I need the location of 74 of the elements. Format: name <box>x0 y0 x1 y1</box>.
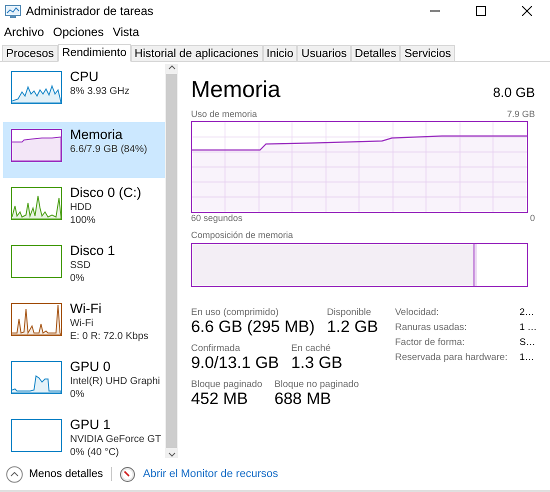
stat-label: En caché <box>291 343 332 354</box>
property-label: Reservada para hardware: <box>395 352 508 363</box>
device-stat: 0% (40 °C) <box>70 446 120 458</box>
gauge-icon <box>120 466 135 482</box>
device-name: Memoria <box>70 126 124 143</box>
device-stat: Wi-Fi <box>70 317 94 330</box>
device-name: Wi-Fi <box>70 300 102 317</box>
property-value: 2… <box>519 307 536 318</box>
device-stat: E: 0 R: 72.0 Kbps <box>70 330 148 343</box>
property-value: S… <box>519 337 536 348</box>
scroll-up-icon[interactable] <box>168 64 176 72</box>
menu-item[interactable]: Vista <box>112 24 140 38</box>
property-value: 1 … <box>519 322 537 333</box>
chart-label: Composición de memoria <box>191 230 294 240</box>
device-stat: NVIDIA GeForce GT <box>70 433 162 446</box>
property-value: 1… <box>519 352 536 363</box>
device-stat: Intel(R) UHD Graphi <box>70 375 160 388</box>
device-stat: 6.6/7.9 GB (84%) <box>70 143 148 156</box>
sidebar-item[interactable]: CPU 8% 3.93 GHz <box>3 64 165 120</box>
device-name: CPU <box>70 68 100 85</box>
device-stat: 100% <box>70 214 97 227</box>
stat-value: 9.0/13.1 GB <box>191 354 280 373</box>
device-stat: 0% <box>70 272 86 285</box>
device-stat: HDD <box>70 201 93 214</box>
sidebar-item[interactable]: GPU 0 Intel(R) UHD Graphi 0% <box>3 354 165 410</box>
stat-value: 1.3 GB <box>291 354 342 373</box>
menu-item[interactable]: Opciones <box>53 24 104 38</box>
scrollbar[interactable] <box>165 64 178 458</box>
property-label: Factor de forma: <box>395 337 466 348</box>
close-icon <box>522 6 532 16</box>
resource-monitor-link[interactable]: Abrir el Monitor de recursos <box>143 468 278 480</box>
stat-value: 688 MB <box>274 390 332 409</box>
tab[interactable]: Servicios <box>400 45 455 61</box>
tab[interactable]: Procesos <box>2 45 58 61</box>
app-icon <box>5 4 21 18</box>
menu-item[interactable]: Archivo <box>4 24 44 38</box>
window-title: Administrador de tareas <box>26 4 154 18</box>
tab[interactable]: Detalles <box>350 45 400 61</box>
sidebar-item[interactable]: Disco 1 SSD 0% <box>3 238 165 294</box>
device-name: Disco 0 (C:) <box>70 184 142 201</box>
tab[interactable]: Inicio <box>262 45 298 61</box>
property-label: Velocidad: <box>395 307 440 318</box>
stat-label: En uso (comprimido) <box>191 307 280 318</box>
stat-value: 6.6 GB (295 MB) <box>191 318 315 337</box>
tab[interactable]: Historial de aplicaciones <box>130 45 263 61</box>
device-name: Disco 1 <box>70 242 116 259</box>
tab[interactable]: Rendimiento <box>58 44 131 62</box>
tab[interactable]: Usuarios <box>297 45 351 61</box>
stat-label: Disponible <box>326 307 372 318</box>
less-details-button[interactable]: Menos detalles <box>6 466 103 482</box>
chart-max: 7.9 GB <box>506 109 535 119</box>
chart-label: Uso de memoria <box>191 109 258 119</box>
stat-label: Bloque paginado <box>191 379 262 390</box>
sidebar-item[interactable]: Wi-Fi Wi-Fi E: 0 R: 72.0 Kbps <box>3 296 165 352</box>
device-stat: 0% <box>70 388 86 401</box>
section-title: Memoria <box>191 76 280 103</box>
chevron-up-icon <box>6 466 23 482</box>
stat-value: 1.2 GB <box>326 318 378 337</box>
sidebar-item[interactable]: Disco 0 (C:) HDD 100% <box>3 180 165 236</box>
axis-min-label: 0 <box>530 213 535 223</box>
stat-label: Bloque no paginado <box>274 379 359 390</box>
total-memory: 8.0 GB <box>492 85 535 100</box>
device-stat: SSD <box>70 259 92 272</box>
property-label: Ranuras usadas: <box>395 322 468 333</box>
scroll-down-icon[interactable] <box>168 450 176 458</box>
stat-value: 452 MB <box>191 390 249 409</box>
stat-label: Confirmada <box>191 343 242 354</box>
maximize-icon <box>476 6 486 16</box>
device-name: GPU 0 <box>70 358 112 375</box>
time-span-label: 60 segundos <box>191 213 243 223</box>
sidebar-item[interactable]: GPU 1 NVIDIA GeForce GT 0% (40 °C) <box>3 412 165 458</box>
device-name: GPU 1 <box>70 416 112 433</box>
sidebar-item[interactable]: Memoria 6.6/7.9 GB (84%) <box>3 122 165 178</box>
device-stat: 8% 3.93 GHz <box>70 85 130 98</box>
